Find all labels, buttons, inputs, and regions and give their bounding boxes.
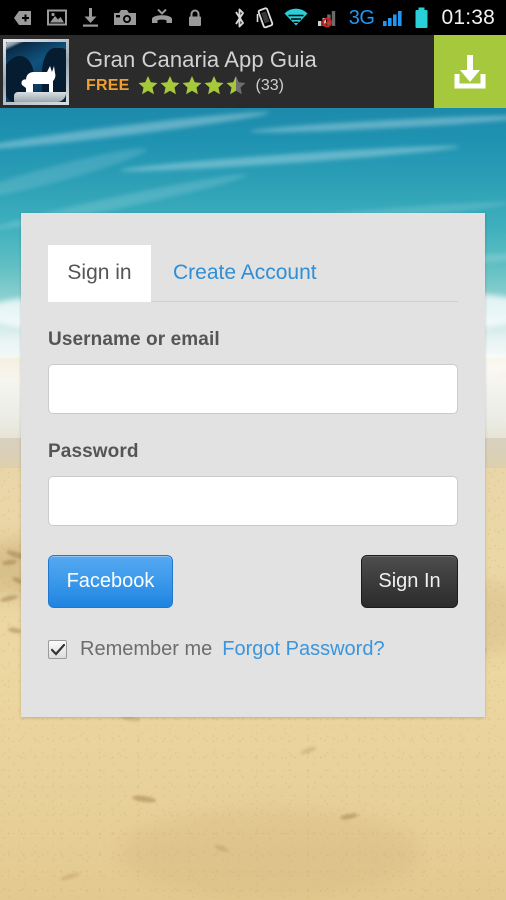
missed-call-icon [152, 9, 172, 23]
facebook-login-button[interactable]: Facebook [48, 555, 173, 608]
remember-me-label: Remember me [80, 638, 213, 660]
password-input[interactable] [48, 476, 458, 526]
password-label: Password [48, 441, 139, 462]
network-type-label: 3G [348, 6, 375, 29]
ad-price-label: FREE [86, 76, 130, 94]
forgot-password-link[interactable]: Forgot Password? [222, 638, 384, 661]
auth-button-row: Facebook Sign In [48, 555, 458, 608]
star-icon [182, 76, 202, 95]
ad-text-block: Gran Canaria App Guia FREE (33) [72, 47, 434, 96]
ad-rating-count: (33) [255, 76, 284, 94]
username-label: Username or email [48, 329, 220, 350]
status-bar-clock: 01:38 [441, 5, 495, 29]
dog-silhouette-icon [21, 65, 56, 93]
auth-tab-bar: Sign in Create Account [48, 245, 458, 302]
remember-me-checkbox[interactable] [48, 640, 67, 659]
tab-sign-in[interactable]: Sign in [48, 245, 151, 302]
battery-icon [415, 7, 428, 28]
login-card: Sign in Create Account Username or email… [21, 213, 485, 717]
signal-bars-icon [383, 10, 403, 26]
gallery-image-icon [47, 9, 67, 26]
checkmark-icon [50, 643, 65, 656]
status-bar: 3G 01:38 [0, 0, 506, 35]
download-icon [454, 54, 486, 88]
status-bar-right-icons: 3G 01:38 [232, 6, 506, 30]
status-bar-left-icons [0, 8, 202, 27]
add-tag-icon [14, 10, 31, 25]
ad-download-button[interactable] [434, 35, 506, 108]
wifi-icon [284, 8, 308, 25]
username-input[interactable] [48, 364, 458, 414]
ad-banner[interactable]: Gran Canaria App Guia FREE (33) [0, 35, 506, 108]
ad-title: Gran Canaria App Guia [86, 46, 317, 72]
download-icon [83, 8, 98, 27]
remember-me-row: Remember me Forgot Password? [48, 638, 458, 661]
star-icon [138, 76, 158, 95]
star-icon [204, 76, 224, 95]
tab-create-account[interactable]: Create Account [151, 245, 339, 301]
vibrate-icon [256, 6, 273, 28]
ad-rating-stars [137, 75, 247, 96]
lock-icon [189, 9, 201, 26]
star-half-icon [226, 76, 246, 95]
signal-no-service-icon [317, 10, 335, 27]
bluetooth-icon [234, 8, 244, 27]
ad-app-icon[interactable] [0, 36, 72, 108]
phone-screen: 3G 01:38 Gran Canaria App Guia FREE (33)… [0, 0, 506, 900]
camera-icon [114, 10, 136, 25]
ad-subtitle-row: FREE (33) [86, 75, 434, 96]
star-icon [160, 76, 180, 95]
sign-in-button[interactable]: Sign In [361, 555, 458, 608]
